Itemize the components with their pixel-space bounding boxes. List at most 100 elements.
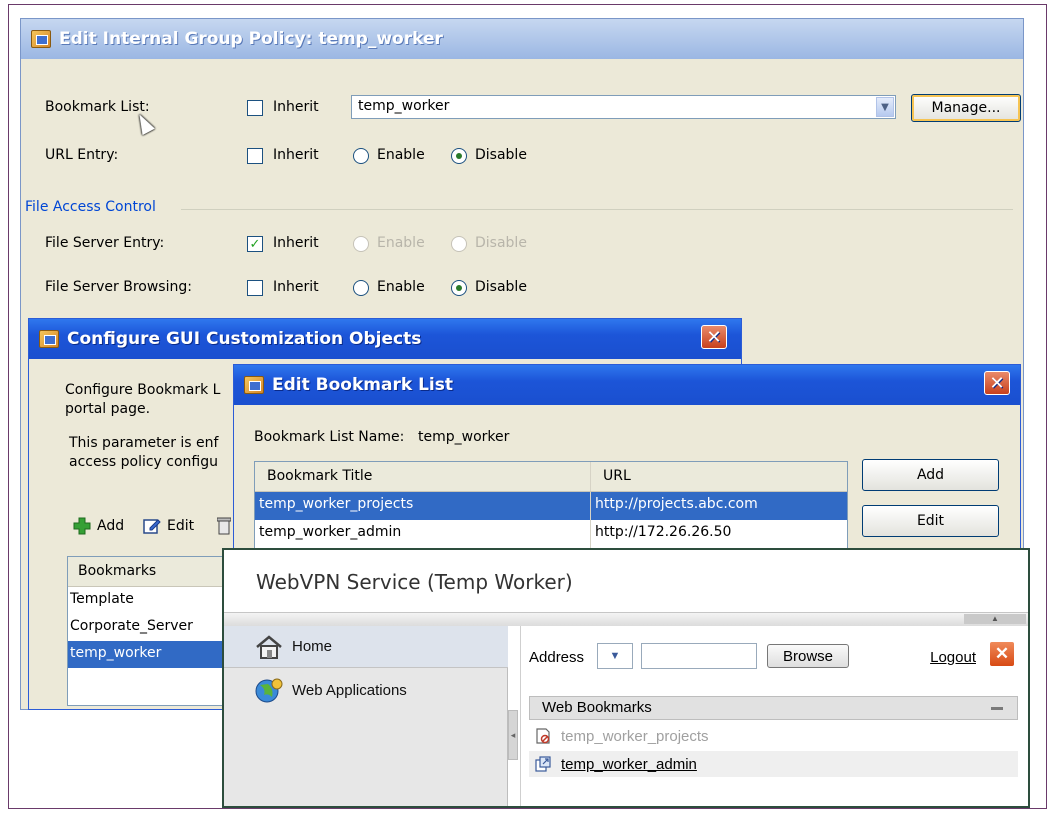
address-label: Address xyxy=(529,649,585,666)
webvpn-header-strip: ▲ xyxy=(224,612,1028,626)
bookmark-list-select[interactable]: temp_worker ▼ xyxy=(351,95,896,119)
url-entry-disable-radio[interactable] xyxy=(451,148,467,164)
file-server-browsing-enable-label: Enable xyxy=(377,279,425,295)
collapse-header-button[interactable]: ▲ xyxy=(964,614,1026,624)
webvpn-portal-window: WebVPN Service (Temp Worker) ▲ Home Web … xyxy=(222,548,1030,808)
bookmark-link-icon xyxy=(535,756,551,772)
sidebar-item-web-applications[interactable]: Web Applications xyxy=(224,669,508,711)
minimize-icon[interactable] xyxy=(991,707,1003,710)
close-icon[interactable]: ✕ xyxy=(984,371,1010,395)
gui-description-line-3: This parameter is enf xyxy=(69,435,219,451)
edit-bookmark-button[interactable]: Edit xyxy=(143,517,194,535)
sidebar-item-web-applications-label: Web Applications xyxy=(292,681,407,699)
sidebar-resize-handle[interactable]: ◂ xyxy=(508,710,518,760)
file-server-entry-disable-label: Disable xyxy=(475,235,527,251)
logout-link[interactable]: Logout xyxy=(930,649,976,666)
sidebar-item-home[interactable]: Home xyxy=(224,626,508,668)
url-entry-enable-radio[interactable] xyxy=(353,148,369,164)
bookmarks-list-header: Bookmarks xyxy=(68,557,236,587)
bookmark-table-header: Bookmark Title URL xyxy=(255,462,847,492)
bookmark-url-cell: http://projects.abc.com xyxy=(595,496,758,512)
manage-button[interactable]: Manage... xyxy=(911,94,1021,122)
web-bookmark-item[interactable]: temp_worker_projects xyxy=(529,723,1018,749)
edit-bookmark-label: Edit xyxy=(167,518,195,534)
edit-bookmark-list-title: Edit Bookmark List xyxy=(272,375,453,395)
bookmark-disabled-icon xyxy=(536,728,550,744)
web-bookmark-label: temp_worker_projects xyxy=(561,727,709,745)
globe-icon xyxy=(255,678,283,703)
close-icon[interactable]: ✕ xyxy=(990,642,1014,666)
file-server-browsing-disable-label: Disable xyxy=(475,279,527,295)
web-bookmarks-header: Web Bookmarks xyxy=(529,696,1018,720)
plus-icon xyxy=(73,517,91,535)
url-entry-label: URL Entry: xyxy=(45,147,119,163)
edit-bookmark-list-titlebar: Edit Bookmark List ✕ xyxy=(234,365,1020,405)
url-entry-disable-label: Disable xyxy=(475,147,527,163)
gui-description-line-2: portal page. xyxy=(65,401,151,417)
mouse-pointer-icon xyxy=(133,110,155,136)
add-bookmark-button[interactable]: Add xyxy=(73,517,124,535)
webvpn-main-pane: Address ▼ Browse Logout ✕ Web Bookmarks … xyxy=(520,626,1028,806)
bookmark-list-name-value: temp_worker xyxy=(418,429,510,445)
bookmark-title-cell: temp_worker_admin xyxy=(255,520,591,548)
group-policy-title: Edit Internal Group Policy: temp_worker xyxy=(59,29,443,49)
table-row[interactable]: temp_worker_admin http://172.26.26.50 xyxy=(255,520,847,548)
column-header-title[interactable]: Bookmark Title xyxy=(255,462,591,491)
gui-customization-titlebar: Configure GUI Customization Objects ✕ xyxy=(29,319,741,359)
browse-button[interactable]: Browse xyxy=(767,644,849,668)
file-server-entry-label: File Server Entry: xyxy=(45,235,165,251)
bookmark-list-label: Bookmark List: xyxy=(45,99,150,115)
chevron-down-icon[interactable]: ▼ xyxy=(876,97,894,117)
table-row[interactable]: temp_worker_projects http://projects.abc… xyxy=(255,492,847,520)
bookmark-list-inherit-label: Inherit xyxy=(273,99,319,115)
web-bookmark-label: temp_worker_admin xyxy=(561,755,697,773)
webvpn-sidebar: Home Web Applications xyxy=(224,626,508,806)
bookmarks-list[interactable]: Bookmarks Template Corporate_Server temp… xyxy=(67,556,237,706)
edit-icon xyxy=(143,519,161,534)
file-server-browsing-inherit-label: Inherit xyxy=(273,279,319,295)
add-bookmark-label: Add xyxy=(97,518,125,534)
edit-bookmark-list-window: Edit Bookmark List ✕ Bookmark List Name:… xyxy=(233,364,1021,556)
bookmark-url-cell: http://172.26.26.50 xyxy=(595,524,732,540)
sidebar-item-home-label: Home xyxy=(292,638,333,655)
file-server-entry-inherit-checkbox[interactable]: ✓ xyxy=(247,236,263,252)
file-server-entry-enable-radio xyxy=(353,236,369,252)
file-server-entry-enable-label: Enable xyxy=(377,235,425,251)
web-bookmark-item[interactable]: temp_worker_admin xyxy=(529,751,1018,777)
file-server-entry-disable-radio xyxy=(451,236,467,252)
edit-button[interactable]: Edit xyxy=(862,505,999,537)
list-item[interactable]: Corporate_Server xyxy=(68,614,236,641)
gui-description-line-1: Configure Bookmark L xyxy=(65,382,221,398)
bookmark-list-inherit-checkbox[interactable] xyxy=(247,100,263,116)
file-access-section-title: File Access Control xyxy=(25,199,156,215)
home-icon xyxy=(256,634,282,659)
bookmark-list-select-value: temp_worker xyxy=(358,98,450,114)
group-policy-titlebar: Edit Internal Group Policy: temp_worker xyxy=(21,19,1023,59)
add-button[interactable]: Add xyxy=(862,459,999,491)
file-server-entry-inherit-label: Inherit xyxy=(273,235,319,251)
address-protocol-select[interactable]: ▼ xyxy=(597,643,633,669)
bookmark-title-cell: temp_worker_projects xyxy=(255,492,591,520)
gui-description-line-4: access policy configu xyxy=(69,454,219,470)
file-server-browsing-disable-radio[interactable] xyxy=(451,280,467,296)
list-item[interactable]: temp_worker xyxy=(68,641,236,668)
bookmark-list-name-label: Bookmark List Name: xyxy=(254,429,405,445)
url-entry-enable-label: Enable xyxy=(377,147,425,163)
list-item[interactable]: Template xyxy=(68,587,236,614)
address-input[interactable] xyxy=(641,643,757,669)
delete-icon[interactable] xyxy=(217,517,231,535)
section-divider xyxy=(181,209,1013,210)
url-entry-inherit-label: Inherit xyxy=(273,147,319,163)
bookmark-table: Bookmark Title URL temp_worker_projects … xyxy=(254,461,848,555)
close-icon[interactable]: ✕ xyxy=(701,325,727,349)
asdm-window-icon xyxy=(31,30,51,48)
gui-customization-title: Configure GUI Customization Objects xyxy=(67,329,422,349)
file-server-browsing-enable-radio[interactable] xyxy=(353,280,369,296)
asdm-window-icon xyxy=(244,376,264,394)
webvpn-title: WebVPN Service (Temp Worker) xyxy=(256,570,573,594)
url-entry-inherit-checkbox[interactable] xyxy=(247,148,263,164)
asdm-window-icon xyxy=(39,330,59,348)
column-header-url[interactable]: URL xyxy=(591,462,847,491)
file-server-browsing-label: File Server Browsing: xyxy=(45,279,192,295)
file-server-browsing-inherit-checkbox[interactable] xyxy=(247,280,263,296)
